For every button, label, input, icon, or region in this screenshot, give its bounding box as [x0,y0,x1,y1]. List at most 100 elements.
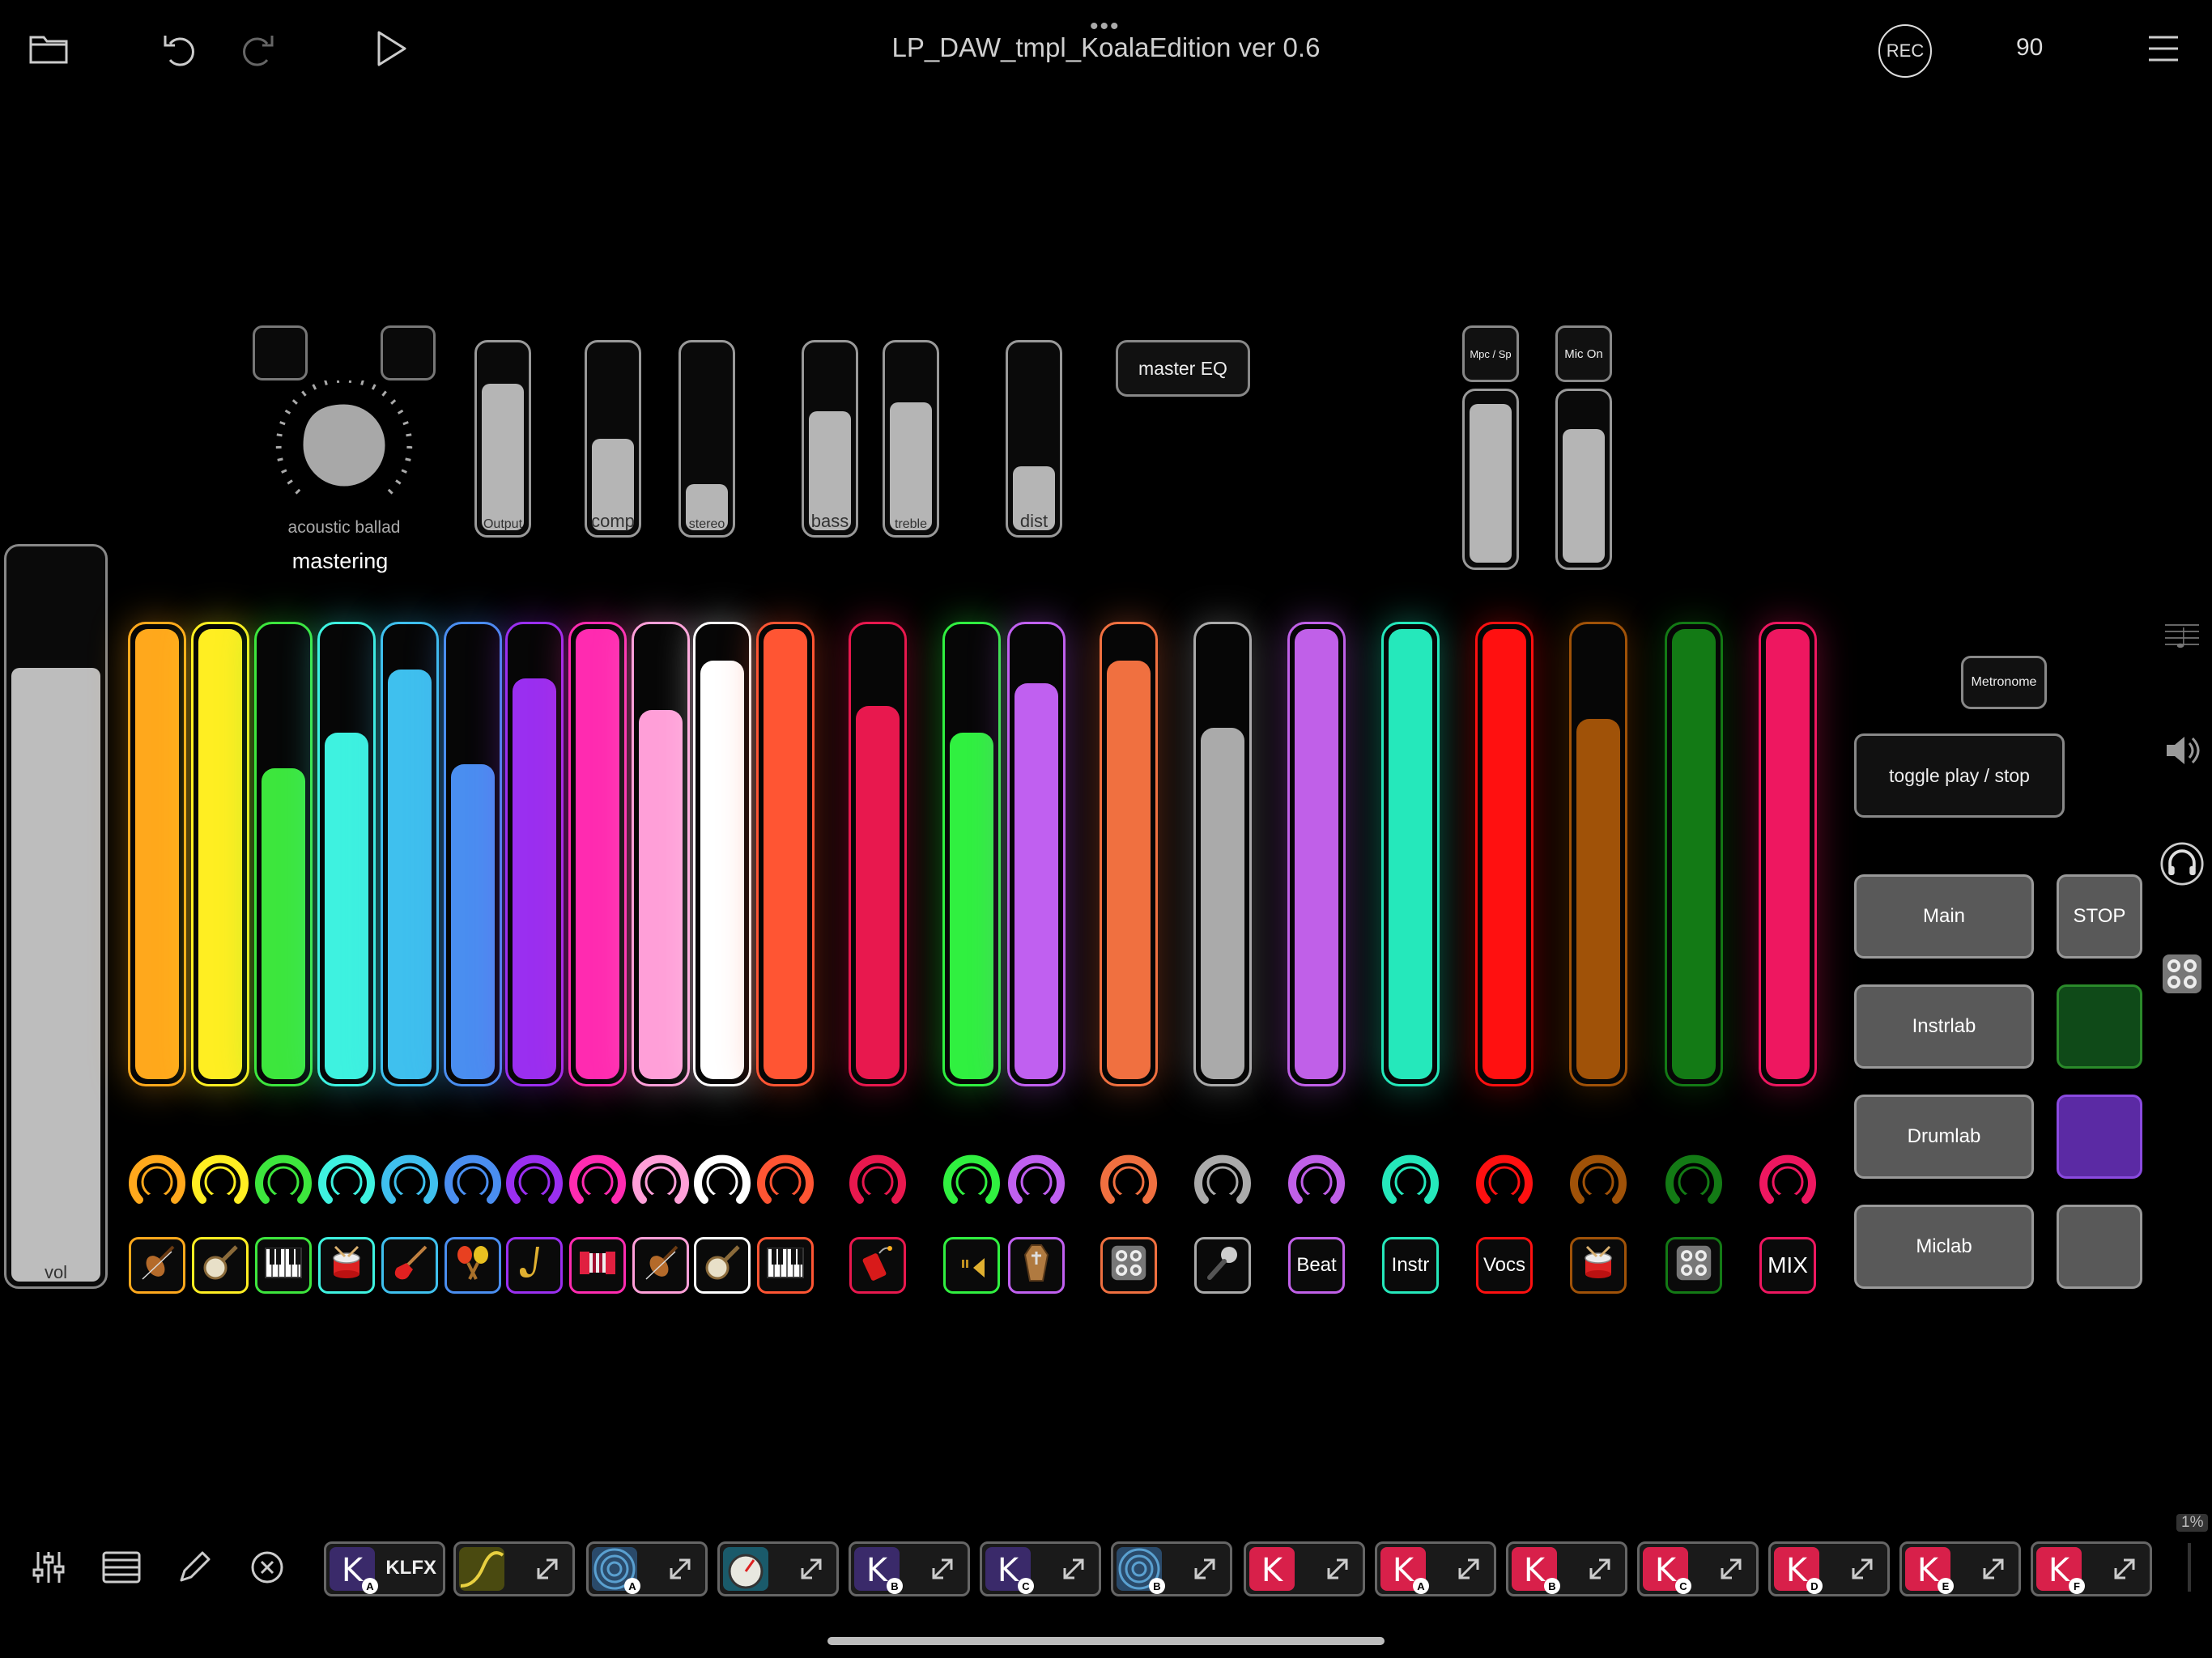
expand-icon[interactable] [1580,1550,1620,1588]
channel-fader-22[interactable] [1759,622,1817,1086]
plugin-slot-1[interactable]: K A KLFX [324,1541,445,1596]
channel-pan-knob-8[interactable] [568,1153,627,1209]
channel-pan-knob-5[interactable] [381,1153,439,1209]
channel-pan-knob-1[interactable] [128,1153,186,1209]
channel-pan-knob-9[interactable] [632,1153,690,1209]
expand-icon[interactable] [527,1550,568,1588]
headphones-icon[interactable] [2160,842,2204,886]
list-icon[interactable] [97,1543,146,1592]
channel-instrument-button-16[interactable] [1194,1237,1251,1294]
channel-instrument-button-5[interactable] [381,1237,438,1294]
plugin-slot-4[interactable] [717,1541,839,1596]
mpc-fader[interactable] [1462,389,1519,570]
channel-fader-10[interactable] [693,622,751,1086]
koala-k-icon[interactable]: KD [1774,1547,1823,1594]
channel-fader-20[interactable] [1569,622,1627,1086]
mastering-fader-comp[interactable]: comp [585,340,641,538]
plugin-slot-2[interactable] [453,1541,575,1596]
channel-instrument-button-17[interactable]: Beat [1288,1237,1345,1294]
plugin-slot-7[interactable]: B [1111,1541,1232,1596]
channel-pan-knob-2[interactable] [191,1153,249,1209]
mastering-fader-output[interactable]: Output [474,340,531,538]
channel-pan-knob-13[interactable] [942,1153,1001,1209]
channel-fader-16[interactable] [1193,622,1252,1086]
plugin-slot-6[interactable]: KC [980,1541,1101,1596]
channel-instrument-button-2[interactable] [192,1237,249,1294]
master-volume-fader[interactable]: vol [4,544,108,1289]
expand-icon[interactable] [791,1550,832,1588]
plugin-slot-13[interactable]: KE [1899,1541,2021,1596]
koala-k-icon[interactable]: KC [985,1547,1034,1594]
mastering-fader-treble[interactable]: treble [883,340,939,538]
expand-icon[interactable] [1317,1550,1358,1588]
channel-fader-14[interactable] [1007,622,1066,1086]
channel-fader-2[interactable] [191,622,249,1086]
channel-fader-11[interactable] [756,622,815,1086]
plugin-slot-14[interactable]: KF [2031,1541,2152,1596]
preset-knob[interactable] [267,376,421,510]
instrlab-button[interactable]: Instrlab [1854,984,2034,1069]
channel-pan-knob-6[interactable] [444,1153,502,1209]
spiral-icon[interactable]: B [1117,1547,1165,1594]
channel-instrument-button-10[interactable] [694,1237,751,1294]
channel-pan-knob-20[interactable] [1569,1153,1627,1209]
score-icon[interactable]: ♩ [2160,614,2204,657]
plugin-slot-5[interactable]: KB [849,1541,970,1596]
channel-fader-21[interactable] [1665,622,1723,1086]
channel-instrument-button-15[interactable] [1100,1237,1157,1294]
channel-instrument-button-13[interactable] [943,1237,1000,1294]
channel-instrument-button-11[interactable] [757,1237,814,1294]
koala-k-icon[interactable]: KA [330,1547,378,1594]
channel-fader-15[interactable] [1100,622,1158,1086]
expand-icon[interactable] [1448,1550,1489,1588]
expand-icon[interactable] [1053,1550,1094,1588]
channel-pan-knob-19[interactable] [1475,1153,1534,1209]
miclab-color-swatch[interactable] [2057,1205,2142,1289]
mic-fader[interactable] [1555,389,1612,570]
plugin-slot-8[interactable]: K [1244,1541,1365,1596]
channel-instrument-button-21[interactable] [1665,1237,1722,1294]
plugin-slot-9[interactable]: KA [1375,1541,1496,1596]
channel-pan-knob-18[interactable] [1381,1153,1440,1209]
drumlab-button[interactable]: Drumlab [1854,1095,2034,1179]
mpc-sp-button[interactable]: Mpc / Sp [1462,325,1519,382]
channel-pan-knob-11[interactable] [756,1153,815,1209]
koala-k-icon[interactable]: KE [1905,1547,1954,1594]
expand-icon[interactable] [660,1550,700,1588]
expand-icon[interactable] [1842,1550,1882,1588]
menu-icon[interactable] [2138,23,2189,74]
channel-fader-3[interactable] [254,622,313,1086]
koala-k-icon[interactable]: K [1249,1547,1295,1591]
channel-pan-knob-10[interactable] [693,1153,751,1209]
channel-pan-knob-21[interactable] [1665,1153,1723,1209]
main-button[interactable]: Main [1854,874,2034,959]
speaker-icon[interactable] [2160,729,2204,772]
spiral-icon[interactable]: A [592,1547,640,1594]
channel-pan-knob-4[interactable] [317,1153,376,1209]
mixer-icon[interactable] [24,1543,73,1592]
channel-fader-7[interactable] [505,622,564,1086]
koala-k-icon[interactable]: KF [2036,1547,2085,1594]
channel-fader-17[interactable] [1287,622,1346,1086]
stop-button[interactable]: STOP [2057,874,2142,959]
channel-instrument-button-4[interactable] [318,1237,375,1294]
metronome-button[interactable]: Metronome [1961,656,2047,709]
mastering-fader-dist[interactable]: dist [1006,340,1062,538]
channel-instrument-button-3[interactable] [255,1237,312,1294]
channel-pan-knob-22[interactable] [1759,1153,1817,1209]
channel-instrument-button-18[interactable]: Instr [1382,1237,1439,1294]
koala-k-icon[interactable]: KB [854,1547,903,1594]
channel-fader-5[interactable] [381,622,439,1086]
channel-pan-knob-7[interactable] [505,1153,564,1209]
channel-fader-1[interactable] [128,622,186,1086]
channel-instrument-button-1[interactable] [129,1237,185,1294]
plugin-slot-11[interactable]: KC [1637,1541,1759,1596]
instrlab-color-swatch[interactable] [2057,984,2142,1069]
close-circle-icon[interactable] [243,1543,291,1592]
channel-pan-knob-17[interactable] [1287,1153,1346,1209]
plugin-slot-3[interactable]: A [586,1541,708,1596]
expand-icon[interactable] [1973,1550,2014,1588]
channel-instrument-button-12[interactable] [849,1237,906,1294]
channel-fader-18[interactable] [1381,622,1440,1086]
record-button[interactable]: REC [1878,24,1932,78]
